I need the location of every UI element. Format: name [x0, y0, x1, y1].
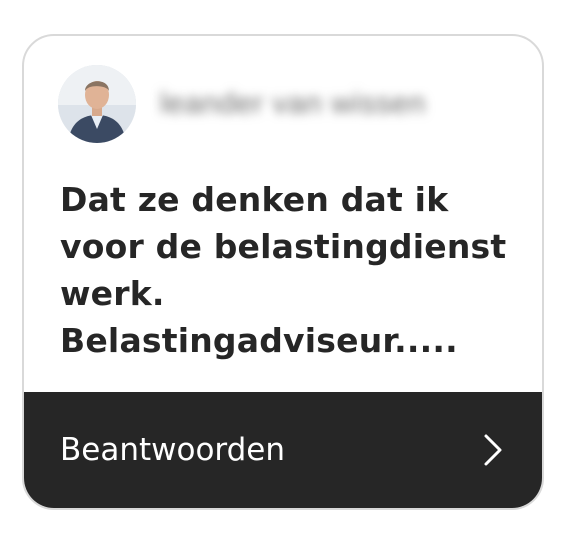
question-card: leander van wissen Dat ze denken dat ik … — [22, 34, 544, 510]
question-text: Dat ze denken dat ik voor de belastingdi… — [60, 180, 507, 360]
reply-label: Beantwoorden — [60, 432, 286, 468]
username: leander van wissen — [160, 87, 426, 120]
avatar — [58, 65, 136, 143]
card-header: leander van wissen — [58, 64, 426, 144]
reply-button[interactable]: Beantwoorden — [24, 392, 542, 508]
chevron-right-icon — [484, 434, 502, 466]
avatar-photo — [58, 65, 136, 143]
